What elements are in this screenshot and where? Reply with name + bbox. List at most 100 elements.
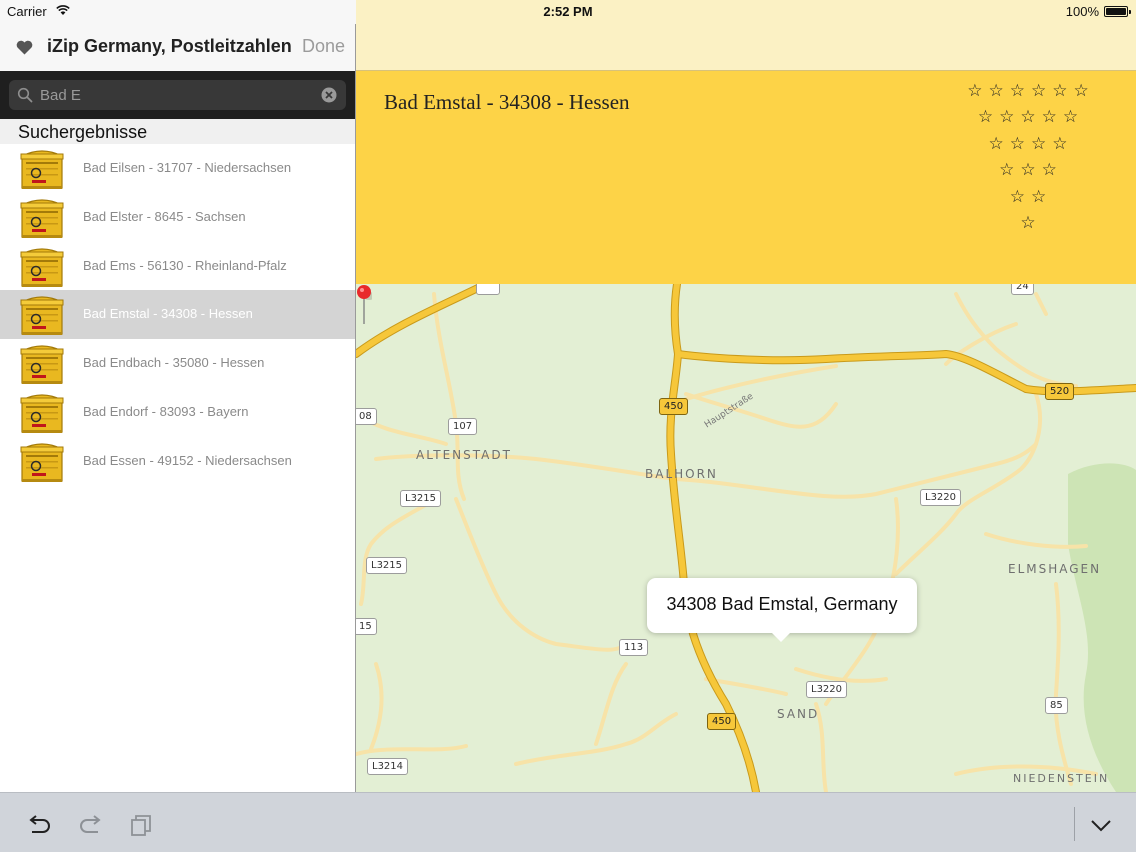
section-title: Suchergebnisse [18,122,148,142]
road-shield: L3214 [367,758,409,775]
mailbox-icon [20,247,64,287]
master-nav-bar: iZip Germany, Postleitzahlen Done [0,24,355,71]
star-icon: ☆ [1020,160,1036,180]
star-icon: ☆ [977,107,994,127]
star-icon: ☆ [967,80,983,100]
star-icon: ☆ [1073,80,1089,100]
star-icon: ☆ [1041,160,1057,180]
map-callout[interactable]: 34308 Bad Emstal, Germany [647,578,917,642]
result-label: Bad Elster - 8645 - Sachsen [83,208,246,224]
star-icon: ☆ [1009,186,1025,206]
list-item[interactable]: Bad Essen - 49152 - Niedersachsen [0,437,355,486]
road-shield: L3220 [806,681,848,698]
mailbox-icon [20,394,64,433]
star-row: ☆ [954,210,1102,237]
place-label: ALTENSTADT [416,448,512,462]
star-row: ☆ ☆ [954,183,1102,210]
detail-banner: Bad Emstal - 34308 - Hessen ☆ ☆ ☆ ☆ ☆ ☆ ☆ ☆ ☆ ☆ ☆ ☆… [356,71,1136,284]
road-shield: 520 [1045,383,1075,400]
map-roads [356,284,1136,792]
status-bar-right: 100% [356,0,1136,24]
road-shield: 24 [1011,284,1034,295]
road-shield [476,284,500,295]
road-shield: 08 [356,408,377,425]
place-label: ELMSHAGEN [1008,562,1102,576]
star-icon: ☆ [988,133,1004,153]
copy-icon[interactable] [129,813,155,837]
star-icon: ☆ [1062,107,1079,127]
list-item[interactable]: Bad Ems - 56130 - Rheinland-Pfalz [0,242,355,291]
star-row: ☆ ☆ ☆ ☆ [954,130,1102,157]
mailbox-icon [20,296,64,336]
star-icon: ☆ [1052,133,1068,153]
star-row: ☆ ☆ ☆ ☆ ☆ ☆ [954,77,1102,104]
master-panel: iZip Germany, Postleitzahlen Done Sucher… [0,24,356,792]
battery-percent: 100% [1065,4,1099,19]
star-icon: ☆ [999,160,1015,180]
mailbox-icon [20,443,64,482]
list-item[interactable]: Bad Endorf - 83093 - Bayern [0,388,355,437]
road-shield: 450 [707,713,737,730]
detail-nav-bar [356,24,1136,71]
search-input[interactable] [40,80,310,110]
result-label: Bad Eilsen - 31707 - Niedersachsen [83,160,292,175]
road-shield: 107 [448,418,478,435]
chevron-down-icon[interactable] [1088,813,1114,837]
star-decoration: ☆ ☆ ☆ ☆ ☆ ☆ ☆ ☆ ☆ ☆ ☆ ☆ ☆ ☆ ☆ ☆ ☆ ☆ ☆ ☆ ☆ [954,77,1102,236]
road-shield: 15 [356,618,377,635]
result-label: Bad Ems - 56130 - Rheinland-Pfalz [83,257,287,273]
status-bar-left: Carrier [0,0,356,24]
star-icon: ☆ [1031,186,1047,206]
list-item[interactable]: Bad Emstal - 34308 - Hessen [0,290,355,340]
callout-text: 34308 Bad Emstal, Germany [666,594,898,614]
master-title: iZip Germany, Postleitzahlen [47,36,292,56]
toolbar-divider [1074,807,1075,841]
search-field[interactable] [9,80,346,110]
road-shield: 113 [619,639,649,656]
star-icon: ☆ [988,80,1004,100]
result-label: Bad Essen - 49152 - Niedersachsen [83,452,292,468]
wifi-icon [56,5,70,15]
result-label: Bad Endorf - 83093 - Bayern [83,403,249,419]
star-icon: ☆ [1031,133,1047,153]
carrier-label: Carrier [7,4,47,19]
road-shield: L3215 [400,490,442,507]
star-row: ☆ ☆ ☆ [954,157,1102,184]
search-bar [0,71,355,119]
done-button[interactable]: Done [302,36,345,57]
mailbox-icon [20,199,64,238]
list-item[interactable]: Bad Elster - 8645 - Sachsen [0,193,355,242]
place-label: BALHORN [645,467,718,481]
road-shield: 450 [659,398,689,415]
star-icon: ☆ [1009,133,1025,153]
map-pin-icon[interactable] [356,284,372,326]
star-icon: ☆ [1020,107,1036,127]
detail-title: Bad Emstal - 34308 - Hessen [384,90,630,114]
star-row: ☆ ☆ ☆ ☆ ☆ [954,104,1102,131]
road-shield: 85 [1045,697,1068,714]
clear-icon[interactable] [321,87,337,103]
section-header: Suchergebnisse [0,119,355,144]
heart-icon[interactable] [16,40,33,55]
result-label: Bad Endbach - 35080 - Hessen [83,355,265,371]
undo-icon[interactable] [26,813,52,837]
list-item[interactable]: Bad Eilsen - 31707 - Niedersachsen [0,144,355,193]
star-icon: ☆ [1009,80,1025,100]
place-label: NIEDENSTEIN [1013,772,1110,785]
star-icon: ☆ [1041,107,1057,127]
star-icon: ☆ [1020,213,1036,233]
place-label: SAND [777,707,820,721]
road-shield: L3215 [366,557,408,574]
list-item[interactable]: Bad Endbach - 35080 - Hessen [0,339,355,388]
star-icon: ☆ [1052,80,1068,100]
mailbox-icon [20,345,64,385]
star-icon: ☆ [999,107,1015,127]
search-icon [17,87,33,103]
results-list: Bad Eilsen - 31707 - Niedersachsen Bad E… [0,144,355,486]
mailbox-icon [20,150,64,189]
redo-icon[interactable] [78,813,104,837]
battery-icon [1104,6,1131,17]
bottom-toolbar [0,792,1136,852]
result-label: Bad Emstal - 34308 - Hessen [83,306,253,322]
map-view[interactable]: ALTENSTADT BALHORN ELMSHAGEN SAND NIEDEN… [356,284,1136,792]
